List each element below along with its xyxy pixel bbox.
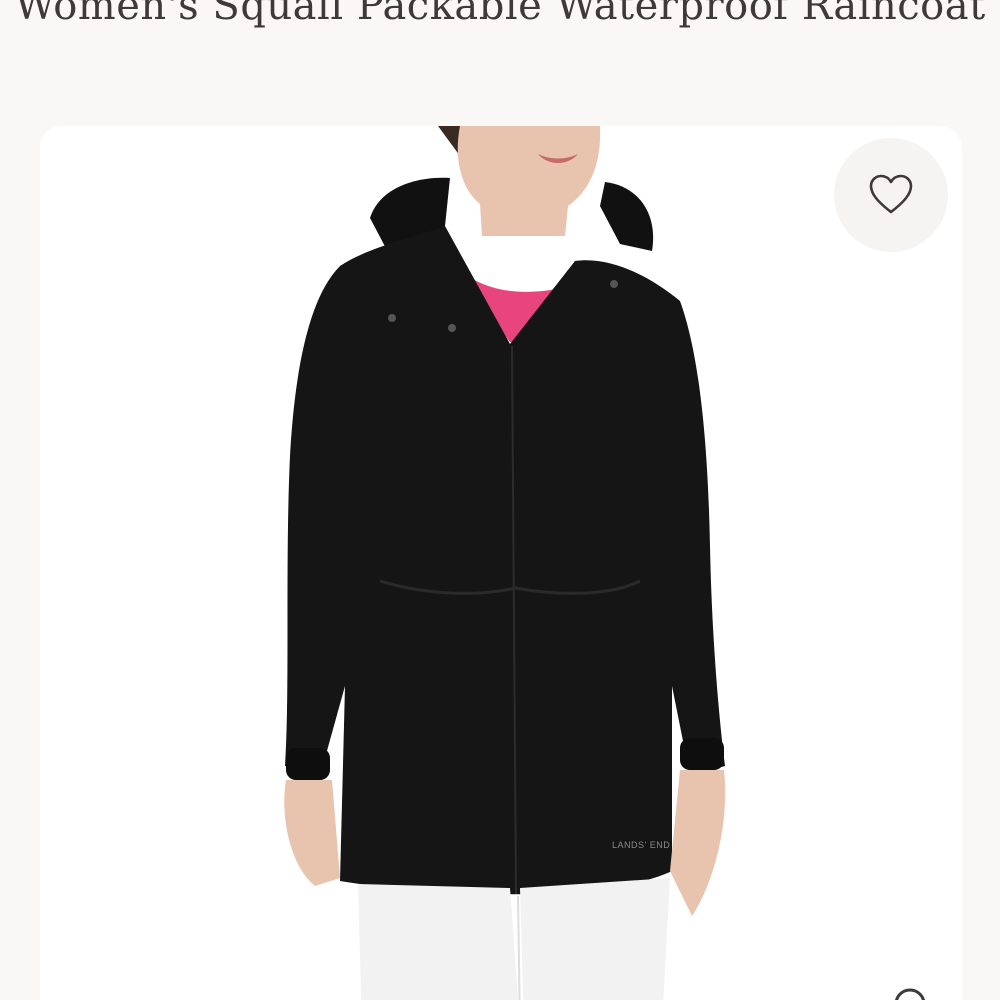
product-detail-page: Women's Squall Packable Waterproof Rainc…	[0, 0, 1000, 1000]
product-image-card[interactable]: LANDS' END	[40, 126, 962, 1000]
zoom-icon	[895, 988, 925, 1000]
product-title: Women's Squall Packable Waterproof Rainc…	[14, 0, 986, 29]
product-image[interactable]: LANDS' END	[40, 126, 962, 1000]
heart-outline-icon	[869, 174, 913, 214]
zoom-button[interactable]	[892, 986, 932, 1000]
brand-logo: LANDS' END	[612, 840, 670, 850]
favorite-button[interactable]	[834, 138, 948, 252]
